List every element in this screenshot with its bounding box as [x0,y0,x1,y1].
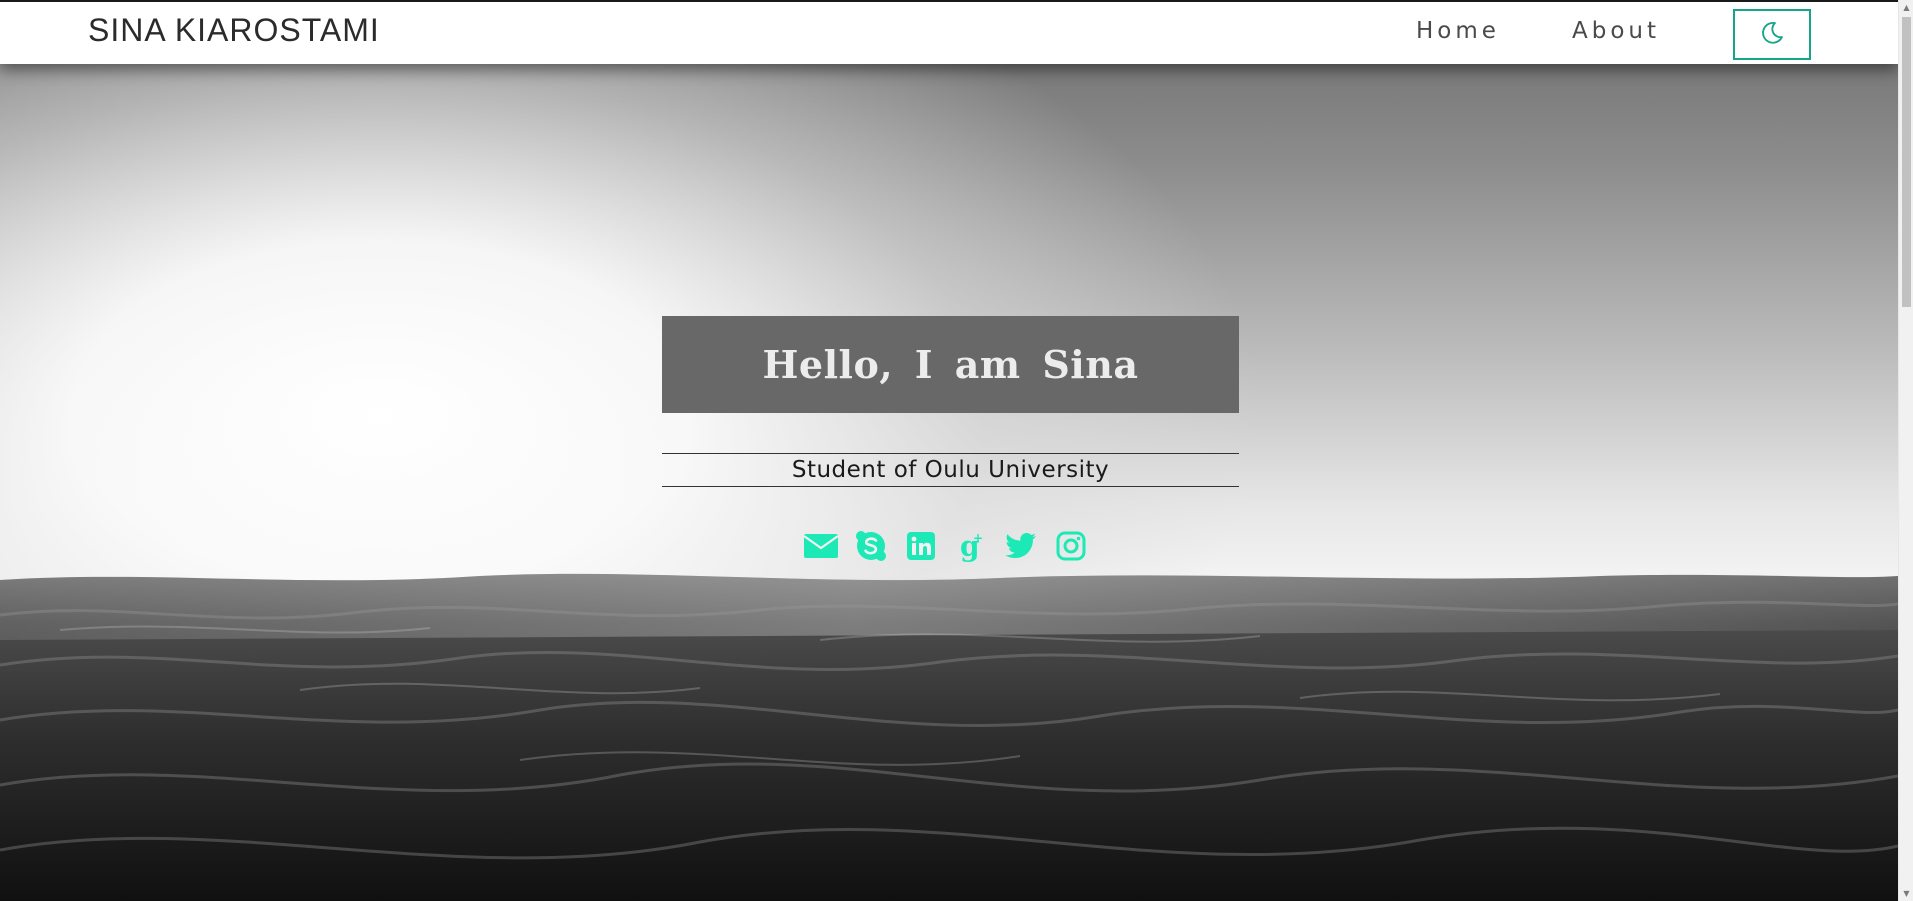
navbar: SINA KIAROSTAMI Home About [0,0,1898,64]
social-links: g + [803,528,1089,564]
hero-background [0,0,1898,901]
hero-title: Hello, I am Sina [762,342,1139,387]
svg-text:+: + [973,531,983,545]
page-scrollbar[interactable]: ▲ ▼ [1898,0,1913,901]
sea-image [0,573,1898,901]
instagram-icon[interactable] [1053,529,1089,563]
nav-link-about[interactable]: About [1572,18,1660,44]
linkedin-icon[interactable] [903,529,939,563]
scroll-up-arrow[interactable]: ▲ [1899,0,1913,15]
moon-icon [1758,19,1786,51]
theme-toggle-button[interactable] [1733,9,1811,60]
skype-icon[interactable] [853,529,889,563]
twitter-icon[interactable] [1003,529,1039,563]
hero-title-box: Hello, I am Sina [662,316,1239,413]
envelope-icon[interactable] [803,529,839,563]
hero-subtitle: Student of Oulu University [791,457,1110,483]
scroll-down-arrow[interactable]: ▼ [1899,886,1913,901]
brand-logo[interactable]: SINA KIAROSTAMI [88,12,380,49]
nav-link-home[interactable]: Home [1416,18,1500,44]
page: SINA KIAROSTAMI Home About Hello, I am S… [0,0,1898,901]
hero-subtitle-box: Student of Oulu University [662,453,1239,487]
scroll-thumb[interactable] [1902,17,1911,307]
google-plus-icon[interactable]: g + [953,529,989,563]
